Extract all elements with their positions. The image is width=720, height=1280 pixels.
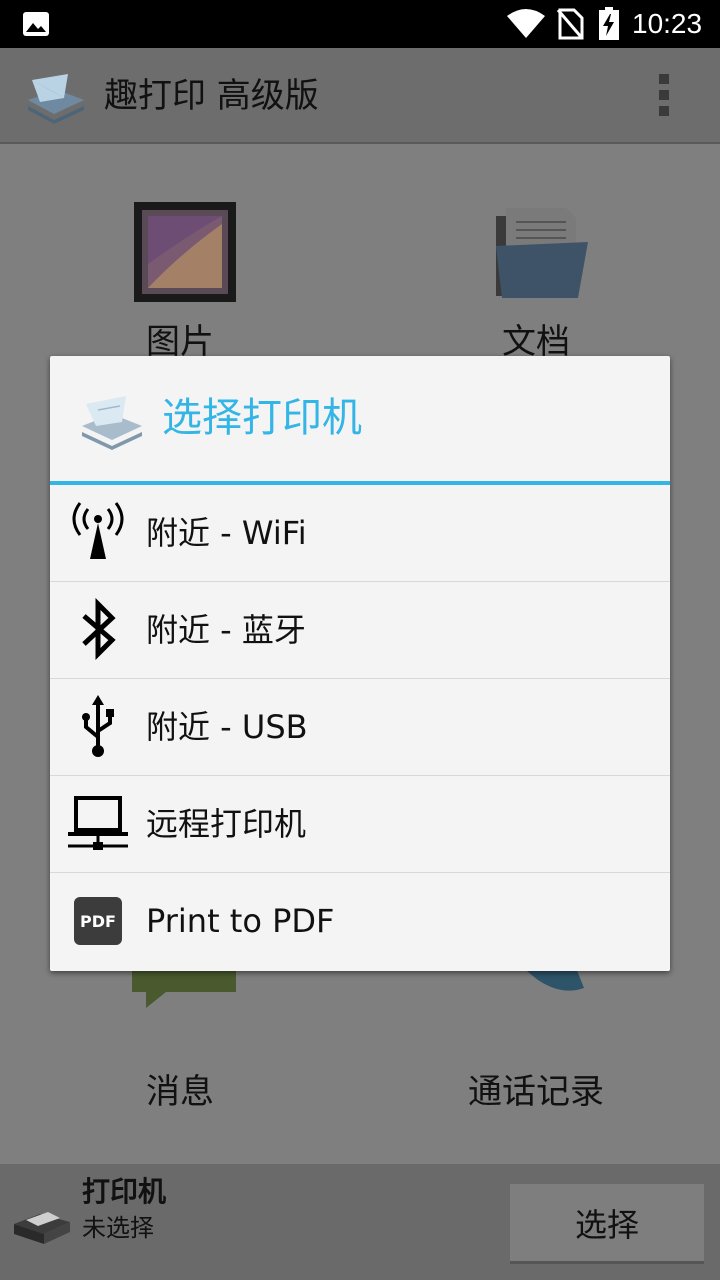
printer-icon bbox=[14, 1212, 70, 1244]
option-remote-printer[interactable]: 远程打印机 bbox=[50, 776, 670, 873]
battery-charging-icon bbox=[599, 7, 619, 40]
bluetooth-icon bbox=[82, 598, 116, 661]
picture-frame-icon bbox=[134, 202, 236, 302]
remote-computer-icon bbox=[68, 796, 128, 850]
dialog-title: 选择打印机 bbox=[162, 395, 362, 441]
printershare-logo-icon bbox=[28, 74, 84, 124]
printer-status: 未选择 bbox=[82, 1214, 154, 1242]
app-bar: 趣打印 高级版 bbox=[0, 48, 720, 144]
folder-documents-icon bbox=[496, 208, 588, 298]
option-nearby-usb[interactable]: 附近 - USB bbox=[50, 679, 670, 776]
image-notification-icon bbox=[23, 12, 49, 36]
dialog-header: 选择打印机 bbox=[50, 356, 670, 485]
overflow-menu-icon[interactable] bbox=[652, 74, 676, 120]
app-title: 趣打印 高级版 bbox=[104, 76, 319, 116]
option-label: 远程打印机 bbox=[146, 805, 307, 843]
option-label: Print to PDF bbox=[146, 902, 335, 940]
printer-bar: 打印机 未选择 选择 bbox=[0, 1164, 720, 1280]
option-label: 附近 - WiFi bbox=[146, 514, 307, 552]
option-label: 附近 - 蓝牙 bbox=[146, 611, 306, 649]
option-nearby-bluetooth[interactable]: 附近 - 蓝牙 bbox=[50, 582, 670, 679]
pdf-icon: PDF bbox=[74, 897, 122, 945]
select-printer-dialog: 选择打印机 附近 - WiFi 附近 - 蓝牙 附近 - USB 远程打印机 P… bbox=[50, 356, 670, 971]
grid-label-call-log: 通话记录 bbox=[468, 1072, 604, 1112]
grid-item-call-log[interactable]: 通话记录 bbox=[356, 910, 716, 1124]
grid-label-messages: 消息 bbox=[146, 1072, 214, 1112]
wifi-antenna-icon bbox=[72, 502, 124, 559]
status-bar: 10:23 bbox=[0, 0, 720, 48]
option-print-to-pdf[interactable]: PDF Print to PDF bbox=[50, 873, 670, 970]
grid-item-messages[interactable]: 消息 bbox=[0, 920, 360, 1124]
select-printer-button[interactable]: 选择 bbox=[510, 1184, 704, 1264]
printer-title: 打印机 bbox=[82, 1175, 167, 1208]
usb-icon bbox=[82, 695, 114, 757]
printershare-logo-icon bbox=[82, 396, 142, 450]
status-time: 10:23 bbox=[632, 8, 703, 39]
option-nearby-wifi[interactable]: 附近 - WiFi bbox=[50, 485, 670, 582]
option-label: 附近 - USB bbox=[146, 708, 308, 746]
wifi-signal-icon bbox=[507, 9, 545, 38]
no-sim-icon bbox=[556, 8, 584, 40]
